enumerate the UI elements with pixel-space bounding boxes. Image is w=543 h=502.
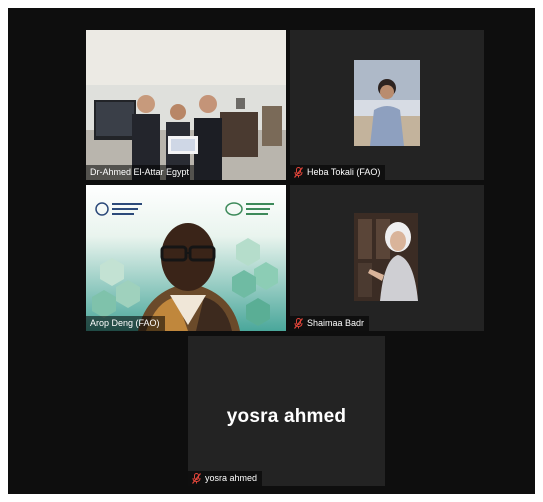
meeting-gallery-window: Dr-Ahmed El-Attar Egypt Heba Tokali (FAO… [8,8,535,494]
participant-name-tag: Shaimaa Badr [290,316,370,331]
participant-video-3 [86,185,286,331]
participant-name-label: Dr-Ahmed El-Attar Egypt [90,167,190,177]
participant-tile-1[interactable]: Dr-Ahmed El-Attar Egypt [86,30,286,180]
mic-muted-icon [294,167,303,178]
participant-tile-4[interactable]: Shaimaa Badr [290,185,484,331]
participant-name-label: Shaimaa Badr [307,318,365,328]
participant-avatar-name: yosra ahmed [226,406,347,427]
participant-name-label: Heba Tokali (FAO) [307,167,381,177]
participant-name-label: Arop Deng (FAO) [90,318,160,328]
participant-name-label: yosra ahmed [205,473,258,483]
mic-muted-icon [294,318,303,329]
participant-name-tag: yosra ahmed [188,471,263,486]
participant-video-2 [354,60,420,146]
participant-name-tag: Arop Deng (FAO) [86,316,165,331]
participant-tile-3[interactable]: Arop Deng (FAO) [86,185,286,331]
participant-video-1 [86,30,286,180]
participant-name-tag: Heba Tokali (FAO) [290,165,386,180]
participant-video-4 [354,213,418,301]
participant-tile-5[interactable]: yosra ahmed yosra ahmed [188,336,385,486]
participant-tile-2[interactable]: Heba Tokali (FAO) [290,30,484,180]
mic-muted-icon [192,473,201,484]
participant-name-tag: Dr-Ahmed El-Attar Egypt [86,165,195,180]
